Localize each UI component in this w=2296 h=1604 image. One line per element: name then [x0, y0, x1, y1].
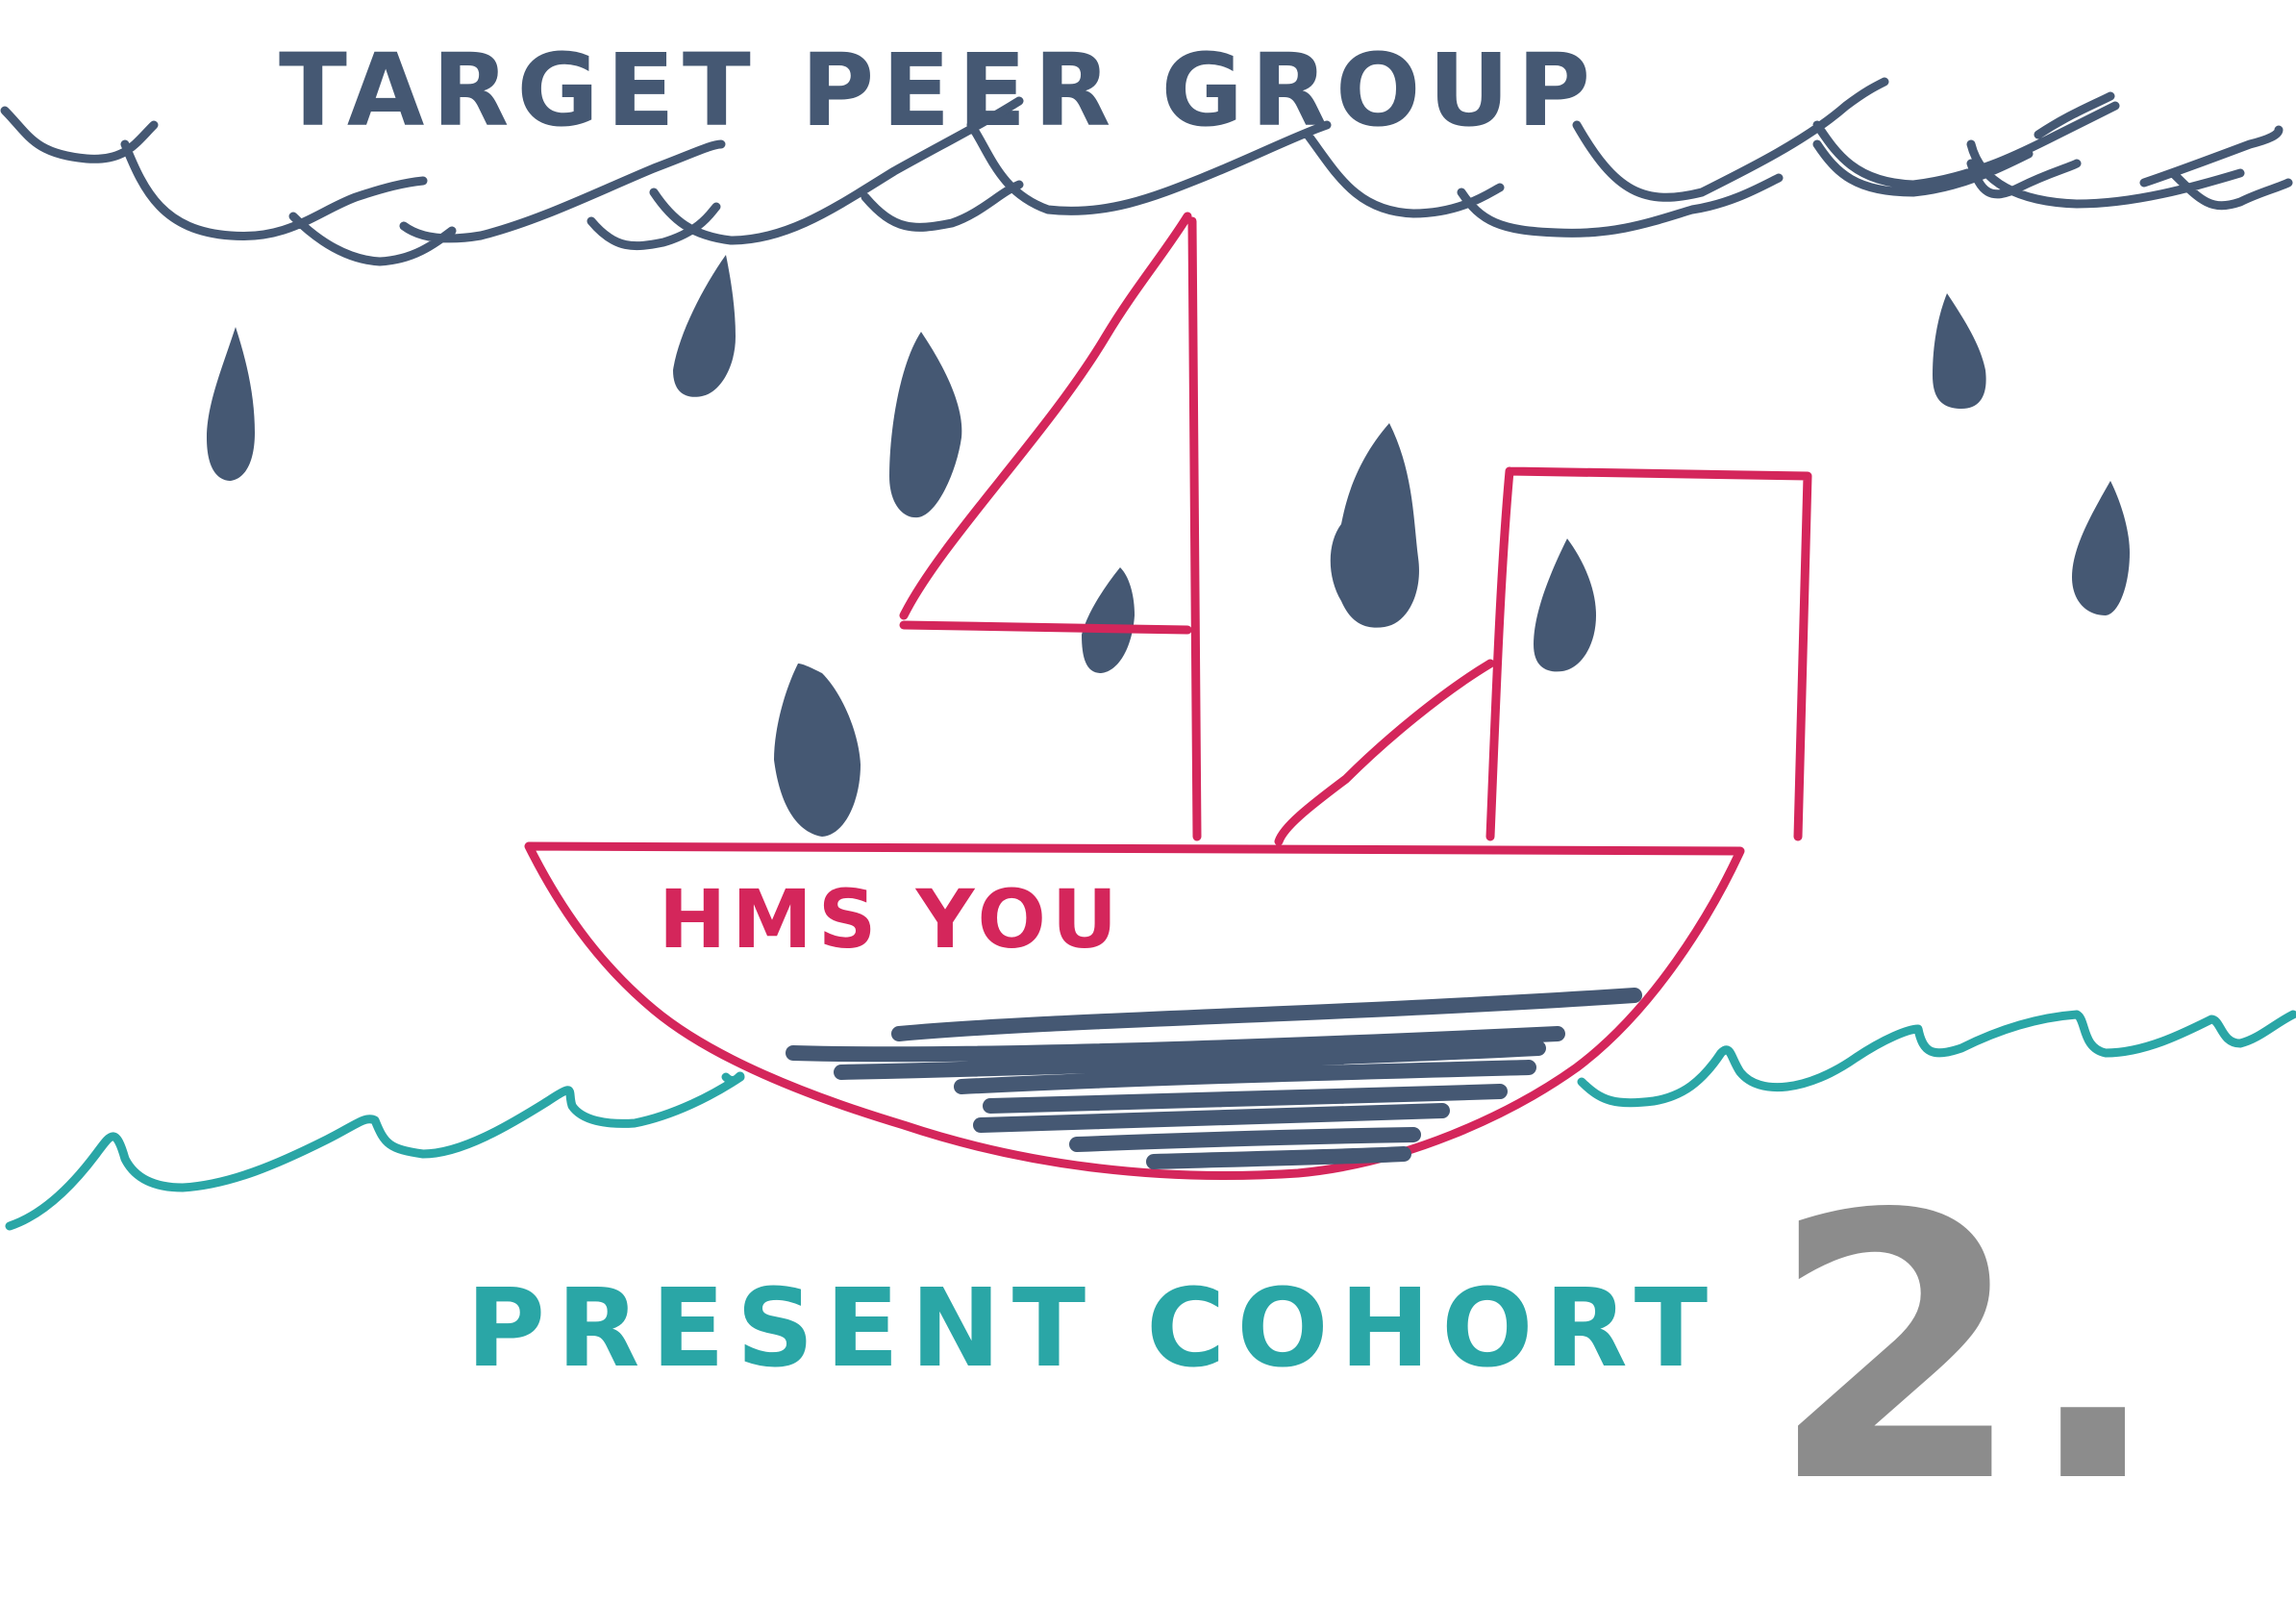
raindrops-icon — [207, 255, 2130, 837]
page-number: 2. — [1769, 1137, 2162, 1563]
top-caption: TARGET PEER GROUP — [279, 32, 1598, 149]
raindrop — [1933, 293, 1986, 409]
raindrop — [1534, 539, 1596, 672]
raindrop — [889, 332, 962, 518]
raindrop — [1082, 567, 1135, 673]
raindrop — [774, 664, 861, 837]
raindrop — [207, 327, 255, 481]
sail-left — [899, 212, 1202, 841]
raindrop — [2072, 481, 2130, 615]
bottom-caption: PRESENT COHORT — [466, 1266, 1719, 1391]
hull-scribble — [786, 988, 1642, 1169]
drawing-canvas: TARGET PEER GROUP HMS YOU PRESENT COHORT — [0, 32, 2296, 1563]
raindrop — [673, 255, 736, 397]
boat-label: HMS YOU — [659, 872, 1123, 966]
raindrop — [1330, 423, 1419, 628]
